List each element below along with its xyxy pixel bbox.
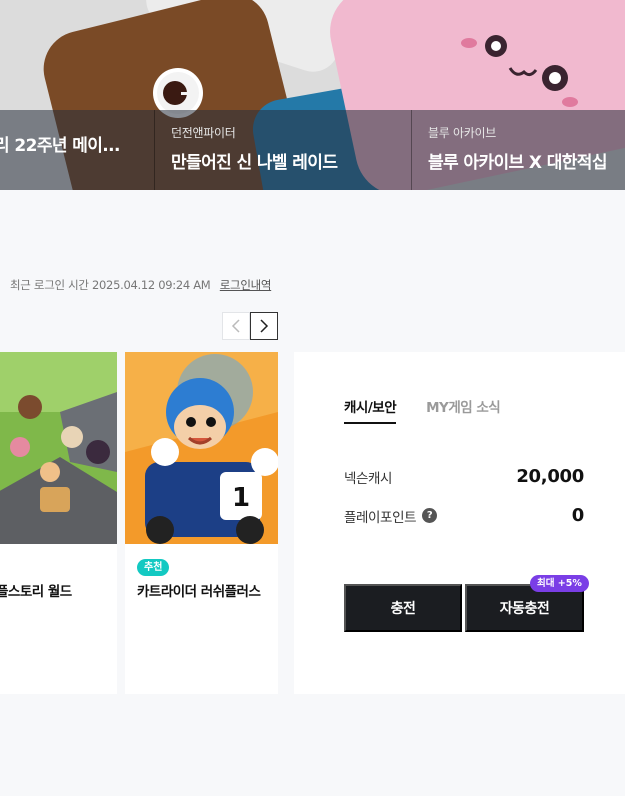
tab-my-game-news[interactable]: MY게임 소식 bbox=[426, 396, 501, 424]
last-login-info: 최근 로그인 시간 2025.04.12 09:24 AM 로그인내역 bbox=[10, 277, 271, 293]
nexon-cash-row: 넥슨캐시 20,000 bbox=[344, 466, 584, 487]
nexon-cash-value: 20,000 bbox=[516, 466, 584, 487]
game-title: 카트라이더 러쉬플러스 bbox=[137, 584, 261, 600]
cash-panel: 캐시/보안 MY게임 소식 넥슨캐시 20,000 플레이포인트 ? 0 충전 … bbox=[294, 352, 625, 694]
hero-banner: 리 22주년 메이... 던전앤파이터 만들어진 신 나벨 레이드 블루 아카이… bbox=[0, 0, 625, 190]
svg-text:1: 1 bbox=[232, 483, 250, 513]
chevron-left-icon bbox=[231, 319, 240, 333]
game-card-kartrider-rush-plus[interactable]: 1 추천 카트라이더 러쉬플러스 bbox=[125, 352, 278, 694]
game-badge: 추천 bbox=[137, 559, 170, 576]
last-login-text: 최근 로그인 시간 2025.04.12 09:24 AM bbox=[10, 278, 211, 292]
game-title: 플스토리 월드 bbox=[0, 584, 72, 600]
game-thumbnail: 1 bbox=[125, 352, 278, 544]
play-point-label: 플레이포인트 bbox=[344, 509, 417, 526]
hero-card-bluearchive[interactable]: 블루 아카이브 블루 아카이브 X 대한적십 bbox=[411, 110, 625, 190]
hero-card-category: 블루 아카이브 bbox=[428, 126, 496, 140]
carousel-next-button[interactable] bbox=[250, 312, 278, 340]
play-point-row: 플레이포인트 ? 0 bbox=[344, 505, 584, 526]
hero-card-dnf[interactable]: 던전앤파이터 만들어진 신 나벨 레이드 bbox=[154, 110, 410, 190]
tab-cash-security[interactable]: 캐시/보안 bbox=[344, 396, 397, 424]
hero-card-maplestory[interactable]: 리 22주년 메이... bbox=[0, 110, 153, 190]
bonus-badge: 최대 +5% bbox=[530, 575, 589, 592]
charge-button[interactable]: 충전 bbox=[344, 584, 462, 632]
hero-card-title: 리 22주년 메이... bbox=[0, 136, 120, 156]
help-icon[interactable]: ? bbox=[422, 508, 438, 523]
game-card-maplestory-worlds[interactable]: 플스토리 월드 bbox=[0, 352, 117, 694]
login-history-link[interactable]: 로그인내역 bbox=[220, 278, 272, 292]
play-point-value: 0 bbox=[571, 505, 585, 526]
carousel-prev-button[interactable] bbox=[222, 312, 250, 340]
cash-panel-tabs: 캐시/보안 MY게임 소식 bbox=[344, 396, 530, 424]
hero-card-category: 던전앤파이터 bbox=[171, 126, 236, 140]
game-thumbnail bbox=[0, 352, 117, 544]
hero-card-title: 만들어진 신 나벨 레이드 bbox=[171, 153, 338, 173]
chevron-right-icon bbox=[260, 319, 269, 333]
nexon-cash-label: 넥슨캐시 bbox=[344, 470, 393, 487]
hero-card-title: 블루 아카이브 X 대한적십 bbox=[428, 153, 607, 173]
